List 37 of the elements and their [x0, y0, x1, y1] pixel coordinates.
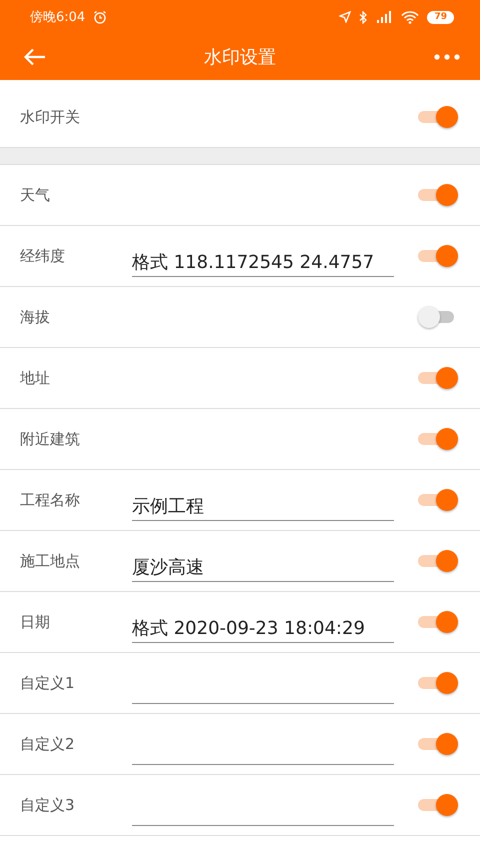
setting-label: 天气: [20, 186, 51, 204]
setting-label: 海拔: [20, 308, 51, 326]
toggle-switch[interactable]: [418, 106, 458, 128]
toggle-switch[interactable]: [418, 245, 458, 267]
setting-label: 工程名称: [20, 490, 81, 510]
wifi-icon: [401, 10, 420, 24]
setting-label: 自定义1: [20, 674, 76, 692]
setting-label: 自定义3: [20, 796, 76, 814]
toggle-switch[interactable]: [418, 367, 458, 389]
toggle-switch[interactable]: [418, 611, 458, 633]
status-time: 傍晚6:04: [30, 9, 86, 26]
setting-label: 自定义2: [20, 734, 76, 754]
setting-label: 经纬度: [20, 246, 66, 266]
bluetooth-icon: [359, 10, 368, 24]
location-icon: [339, 11, 352, 23]
input-field[interactable]: 格式 2020-09-23 18:04:29: [132, 602, 394, 642]
alarm-icon: [93, 10, 108, 24]
toggle-switch[interactable]: [418, 794, 458, 816]
input-field[interactable]: 格式 118.1172545 24.4757: [132, 236, 394, 276]
setting-label: 施工地点: [20, 552, 81, 570]
back-arrow-icon[interactable]: [24, 48, 46, 66]
setting-label: 地址: [20, 368, 51, 388]
input-field[interactable]: 厦沙高速: [132, 540, 394, 582]
toggle-switch[interactable]: [418, 550, 458, 572]
page-title: 水印设置: [204, 46, 276, 69]
toggle-switch[interactable]: [418, 184, 458, 206]
setting-label: 日期: [20, 612, 51, 632]
input-field[interactable]: 示例工程: [132, 480, 394, 520]
toggle-switch[interactable]: [418, 489, 458, 511]
toggle-switch[interactable]: [418, 733, 458, 755]
toggle-switch[interactable]: [418, 672, 458, 694]
more-icon[interactable]: [434, 54, 460, 60]
battery-icon: 79: [427, 10, 454, 24]
setting-label: 附近建筑: [20, 430, 81, 448]
setting-label: 水印开关: [20, 108, 81, 126]
signal-icon: [376, 11, 394, 23]
toggle-switch[interactable]: [418, 428, 458, 450]
